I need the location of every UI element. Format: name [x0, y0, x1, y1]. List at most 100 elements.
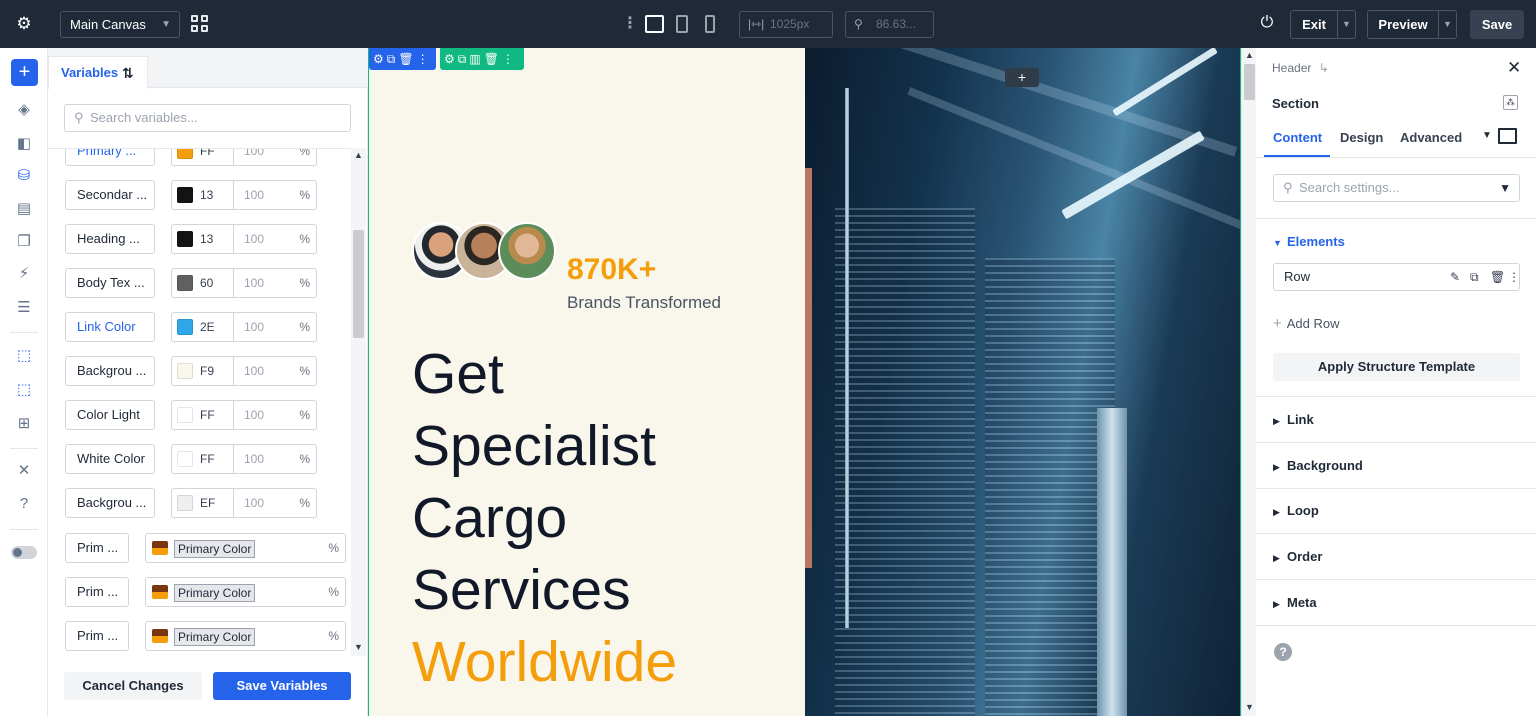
power-icon[interactable]: ⏻ — [1257, 13, 1277, 33]
search-settings-input[interactable]: ⚲ Search settings... ▼ — [1273, 174, 1520, 202]
color-swatch[interactable] — [177, 275, 193, 291]
opacity-value[interactable]: 100 — [244, 269, 264, 297]
save-button[interactable]: Save — [1470, 10, 1524, 39]
variable-name-field[interactable]: Color Light — [65, 400, 155, 430]
row-item[interactable]: Row ✎ ⧉ 🗑 ⋮ — [1273, 263, 1520, 291]
variable-name-field[interactable]: Prim ... — [65, 577, 129, 607]
tab-variables[interactable]: Variables ⇅ — [48, 56, 148, 89]
color-swatch[interactable] — [177, 319, 193, 335]
desktop-view-icon[interactable] — [645, 15, 664, 33]
zoom-field[interactable]: ⚲ 86.63... — [845, 11, 934, 38]
add-row-plus-button[interactable]: + — [1005, 68, 1039, 87]
preview-button[interactable]: Preview — [1367, 10, 1439, 39]
mobile-view-icon[interactable] — [705, 15, 715, 33]
variable-color-field[interactable]: F9 100% — [171, 356, 317, 386]
variables-database-icon[interactable]: ⛁ — [14, 166, 34, 186]
layers-icon[interactable]: ◈ — [14, 100, 34, 120]
row-toolbar[interactable]: ⚙⧉▥🗑⋮ — [440, 48, 524, 70]
hero-left-column[interactable]: 870K+ Brands Transformed Get Specialist … — [369, 48, 805, 716]
opacity-value[interactable]: 100 — [244, 149, 264, 165]
linked-variable-chip[interactable]: Primary Color — [174, 584, 256, 602]
opacity-value[interactable]: 100 — [244, 313, 264, 341]
tabs-more-caret-icon[interactable]: ▼ — [1482, 130, 1492, 141]
color-swatch[interactable] — [177, 363, 193, 379]
section-duplicate-icon[interactable]: ⧉ — [387, 52, 399, 66]
row-duplicate-icon[interactable]: ⧉ — [458, 52, 470, 66]
exit-button[interactable]: Exit — [1290, 10, 1338, 39]
opacity-value[interactable]: 100 — [244, 489, 264, 517]
linked-variable-chip[interactable]: Primary Color — [174, 628, 256, 646]
variable-color-field[interactable]: 13 100% — [171, 180, 317, 210]
lightning-icon[interactable]: ⚡ — [14, 264, 34, 284]
section-background[interactable]: ▶ Background — [1273, 458, 1363, 473]
more-options-icon[interactable]: ⋮ — [622, 14, 638, 34]
row-columns-icon[interactable]: ▥ — [469, 52, 483, 66]
variable-name-field[interactable]: Secondar ... — [65, 180, 155, 210]
variable-name-field[interactable]: Body Tex ... — [65, 268, 155, 298]
variable-name-field[interactable]: Prim ... — [65, 533, 129, 563]
more-icon[interactable]: ⋮ — [1508, 264, 1520, 290]
preview-dropdown-icon[interactable]: ▼ — [1439, 10, 1457, 39]
section-settings-icon[interactable]: ⚙ — [373, 52, 387, 66]
variables-scrollbar[interactable]: ▲ ▼ — [351, 148, 366, 656]
save-variables-button[interactable]: Save Variables — [213, 672, 351, 700]
tablet-view-icon[interactable] — [676, 15, 688, 33]
row-more-icon[interactable]: ⋮ — [502, 52, 517, 66]
sort-icon[interactable]: ⇅ — [122, 57, 134, 89]
scroll-down-icon[interactable]: ▼ — [1242, 702, 1257, 712]
variable-name-field[interactable]: Backgrou ... — [65, 488, 155, 518]
canvas-width-field[interactable]: |⇿| 1025px — [739, 11, 833, 38]
color-swatch[interactable] — [177, 149, 193, 159]
layout-preset-icon[interactable]: ⁂ — [1503, 95, 1518, 110]
variable-name-field[interactable]: Link Color — [65, 312, 155, 342]
section-link[interactable]: ▶ Link — [1273, 412, 1314, 427]
apply-structure-template-button[interactable]: Apply Structure Template — [1273, 353, 1520, 381]
section-meta[interactable]: ▶ Meta — [1273, 595, 1317, 610]
responsive-view-icon[interactable] — [1498, 128, 1517, 144]
tab-content[interactable]: Content — [1273, 130, 1322, 145]
edit-icon[interactable]: ✎ — [1450, 264, 1460, 290]
opacity-value[interactable]: 100 — [244, 357, 264, 385]
delete-icon[interactable]: 🗑 — [1490, 264, 1505, 290]
variable-color-field[interactable]: FF 100% — [171, 149, 317, 166]
variable-color-field[interactable]: 60 100% — [171, 268, 317, 298]
forms-icon[interactable]: ▤ — [14, 199, 34, 219]
row-delete-icon[interactable]: 🗑 — [484, 52, 502, 66]
variable-color-field[interactable]: EF 100% — [171, 488, 317, 518]
close-icon[interactable]: ✕ — [1507, 58, 1521, 78]
color-swatch[interactable] — [177, 187, 193, 203]
layouts-grid-icon[interactable] — [191, 15, 209, 33]
builder-canvas[interactable]: 870K+ Brands Transformed Get Specialist … — [368, 48, 1241, 716]
scroll-up-icon[interactable]: ▲ — [1242, 50, 1257, 60]
tab-design[interactable]: Design — [1340, 130, 1383, 145]
cancel-changes-button[interactable]: Cancel Changes — [64, 672, 202, 700]
variable-color-field[interactable]: 13 100% — [171, 224, 317, 254]
variable-name-field[interactable]: Prim ... — [65, 621, 129, 651]
canvas-scrollbar[interactable]: ▲ ▼ — [1241, 48, 1256, 716]
variable-name-field[interactable]: White Color — [65, 444, 155, 474]
row-settings-icon[interactable]: ⚙ — [444, 52, 458, 66]
color-swatch[interactable] — [177, 451, 193, 467]
variable-name-field[interactable]: Heading ... — [65, 224, 155, 254]
linked-variable-field[interactable]: Primary Color% — [145, 533, 346, 563]
duplicate-icon[interactable]: ⧉ — [1470, 264, 1479, 290]
help-icon[interactable]: ? — [14, 494, 34, 514]
breadcrumb[interactable]: Header ↳ — [1272, 61, 1329, 75]
add-row-button[interactable]: + Add Row — [1273, 315, 1340, 332]
scroll-thumb[interactable] — [353, 230, 364, 338]
select-module-icon[interactable]: ⬚ — [14, 346, 34, 366]
search-variables-input[interactable]: ⚲ Search variables... — [64, 104, 351, 132]
section-order[interactable]: ▶ Order — [1273, 549, 1322, 564]
section-delete-icon[interactable]: 🗑 — [398, 52, 416, 66]
scroll-thumb[interactable] — [1244, 64, 1255, 100]
sections-icon[interactable]: ☰ — [14, 298, 34, 318]
canvas-select[interactable]: Main Canvas ▼ — [60, 11, 180, 38]
color-swatch[interactable] — [177, 495, 193, 511]
color-swatch[interactable] — [177, 231, 193, 247]
pages-icon[interactable]: ❐ — [14, 232, 34, 252]
variable-name-field[interactable]: Primary ... — [65, 149, 155, 166]
styles-icon[interactable]: ◧ — [14, 134, 34, 154]
tools-icon[interactable]: ✕ — [14, 461, 34, 481]
exit-dropdown-icon[interactable]: ▼ — [1338, 10, 1356, 39]
scroll-down-icon[interactable]: ▼ — [351, 642, 366, 652]
